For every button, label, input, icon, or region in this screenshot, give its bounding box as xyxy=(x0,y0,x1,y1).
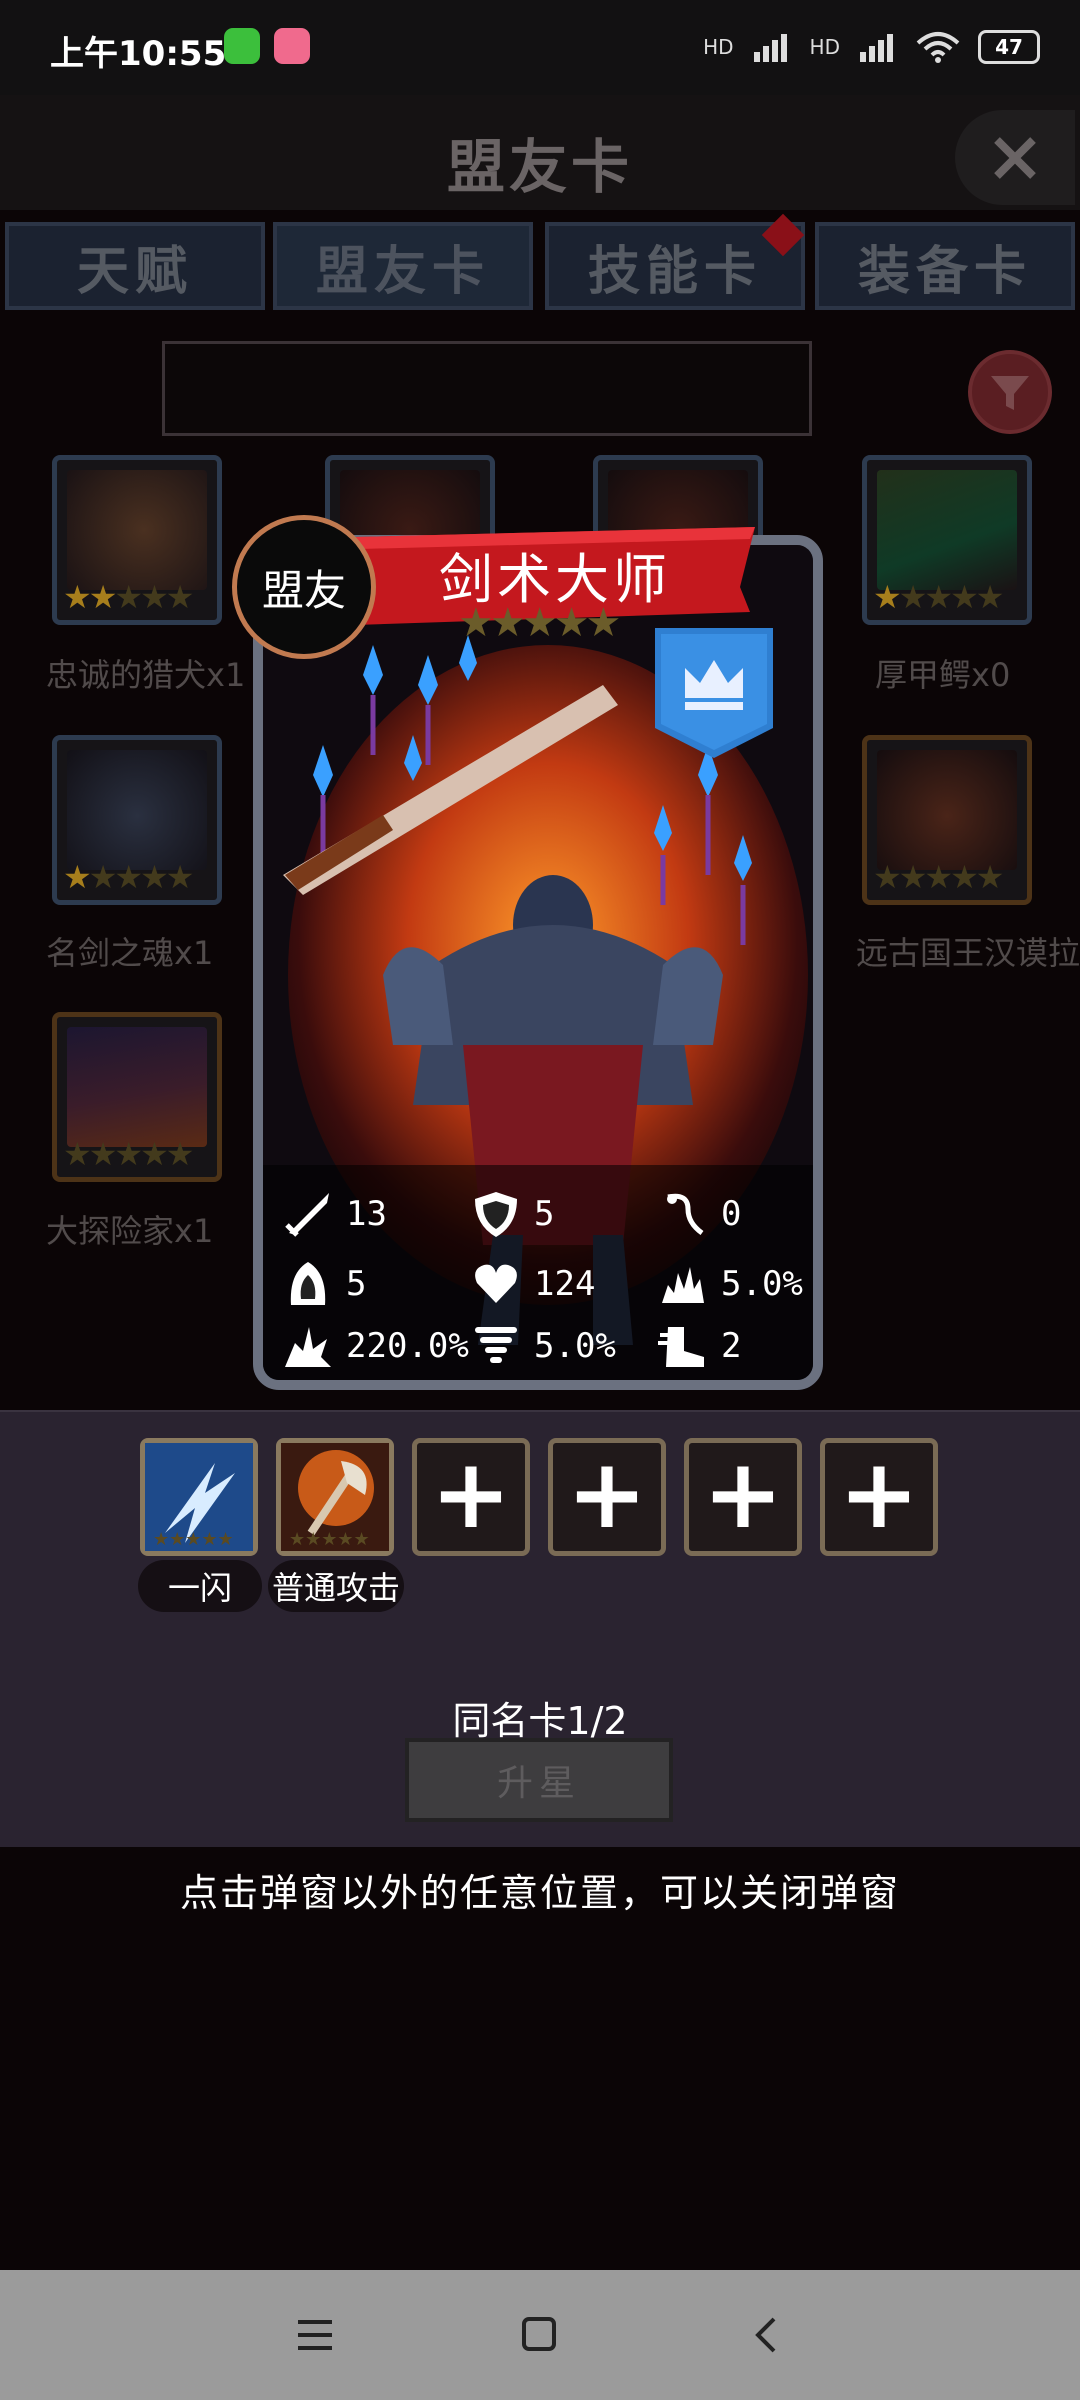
heart-icon xyxy=(468,1258,524,1310)
card-star-rating: ★★★★★ xyxy=(458,600,621,646)
search-input[interactable] xyxy=(162,341,812,436)
empty-slot-2[interactable]: + xyxy=(548,1438,666,1556)
skill-label: 一闪 xyxy=(138,1560,262,1612)
lightning-slash-icon: ★★★★★ xyxy=(145,1443,253,1551)
app-notification-icon xyxy=(224,28,260,64)
plus-icon: + xyxy=(430,1438,512,1550)
svg-text:★★★★★: ★★★★★ xyxy=(289,1529,370,1550)
crown-crest-icon xyxy=(655,628,773,758)
filter-button[interactable] xyxy=(968,350,1052,434)
menu-nav-button[interactable] xyxy=(283,2300,353,2370)
ally-name: 大探险家x1 xyxy=(46,1212,214,1250)
ally-art xyxy=(67,470,207,590)
ally-card-explorer[interactable]: ★★★★★ xyxy=(52,1012,222,1182)
plus-icon: + xyxy=(702,1438,784,1550)
splash-icon xyxy=(655,1258,711,1310)
status-time: 上午10:55 xyxy=(50,34,227,74)
tab-ally-cards[interactable]: 盟友卡 xyxy=(273,222,533,310)
duplicate-card-count: 同名卡1/2 xyxy=(452,1699,628,1743)
home-square-icon xyxy=(522,2317,556,2351)
tab-equipment-cards[interactable]: 装备卡 xyxy=(815,222,1075,310)
tab-talent[interactable]: 天赋 xyxy=(5,222,265,310)
filter-funnel-icon xyxy=(991,376,1029,410)
empty-slot-1[interactable]: + xyxy=(412,1438,530,1556)
ally-art xyxy=(877,750,1017,870)
ally-name: 厚甲鳄x0 xyxy=(875,656,1011,694)
back-nav-button[interactable] xyxy=(733,2300,803,2370)
svg-text:★★★★★: ★★★★★ xyxy=(153,1529,234,1550)
signal-hd-1: HD xyxy=(703,35,734,59)
signal-hd-2: HD xyxy=(809,35,840,59)
ally-name: 名剑之魂x1 xyxy=(46,934,214,972)
burst-icon xyxy=(280,1320,336,1372)
plus-icon: + xyxy=(566,1438,648,1550)
whip-icon xyxy=(655,1188,711,1240)
star-rating: ★★★★★ xyxy=(873,858,1004,896)
boot-icon xyxy=(655,1320,711,1372)
star-upgrade-button[interactable]: 升星 xyxy=(405,1738,673,1822)
skill-slot-flash[interactable]: ★★★★★ xyxy=(140,1438,258,1556)
status-icons: HD HD 47 xyxy=(703,30,1040,64)
star-rating: ★★★★★ xyxy=(63,578,194,616)
hood-icon xyxy=(280,1258,336,1310)
stat-armor: 5 xyxy=(468,1188,554,1240)
plus-icon: + xyxy=(838,1438,920,1550)
ally-card-ancient-king[interactable]: ★★★★★ xyxy=(862,735,1032,905)
shield-icon xyxy=(468,1188,524,1240)
skill-slot-basic-attack[interactable]: ★★★★★ xyxy=(276,1438,394,1556)
ally-art xyxy=(67,750,207,870)
empty-slot-3[interactable]: + xyxy=(684,1438,802,1556)
close-hint-text: 点击弹窗以外的任意位置，可以关闭弹窗 xyxy=(179,1871,900,1915)
stat-move: 2 xyxy=(655,1320,741,1372)
stat-dodge: 5.0% xyxy=(468,1320,616,1372)
ally-art xyxy=(877,470,1017,590)
wifi-icon xyxy=(916,32,960,63)
ally-name: 远古国王汉谟拉 xyxy=(856,934,1080,972)
page-title: 盟友卡 xyxy=(446,133,633,201)
ally-card-armored-croc[interactable]: ★★★★★ xyxy=(862,455,1032,625)
sword-icon xyxy=(280,1188,336,1240)
axe-attack-icon: ★★★★★ xyxy=(281,1443,389,1551)
empty-slot-4[interactable]: + xyxy=(820,1438,938,1556)
back-chevron-icon xyxy=(755,2317,776,2353)
ally-name: 忠诚的猎犬x1 xyxy=(46,656,246,694)
stat-crit-damage: 220.0% xyxy=(280,1320,469,1372)
stat-health: 124 xyxy=(468,1258,595,1310)
skill-label: 普通攻击 xyxy=(268,1560,404,1612)
ally-card-sword-soul[interactable]: ★★★★★ xyxy=(52,735,222,905)
battery-icon: 47 xyxy=(978,30,1040,64)
close-icon xyxy=(994,136,1036,179)
signal-bars-icon-2 xyxy=(860,34,893,62)
star-rating: ★★★★★ xyxy=(63,1135,194,1173)
bilibili-notification-icon xyxy=(274,28,310,64)
tornado-icon xyxy=(468,1320,524,1372)
menu-icon xyxy=(298,2320,332,2350)
ally-card-loyal-hound[interactable]: ★★★★★ xyxy=(52,455,222,625)
stat-crit-rate: 5.0% xyxy=(655,1258,803,1310)
stat-crit-hit: 0 xyxy=(655,1188,741,1240)
stat-attack: 13 xyxy=(280,1188,387,1240)
home-nav-button[interactable] xyxy=(505,2300,575,2370)
ally-art xyxy=(67,1027,207,1147)
stat-speed: 5 xyxy=(280,1258,366,1310)
star-rating: ★★★★★ xyxy=(873,578,1004,616)
star-rating: ★★★★★ xyxy=(63,858,194,896)
close-button[interactable] xyxy=(955,110,1075,205)
signal-bars-icon xyxy=(753,34,787,62)
